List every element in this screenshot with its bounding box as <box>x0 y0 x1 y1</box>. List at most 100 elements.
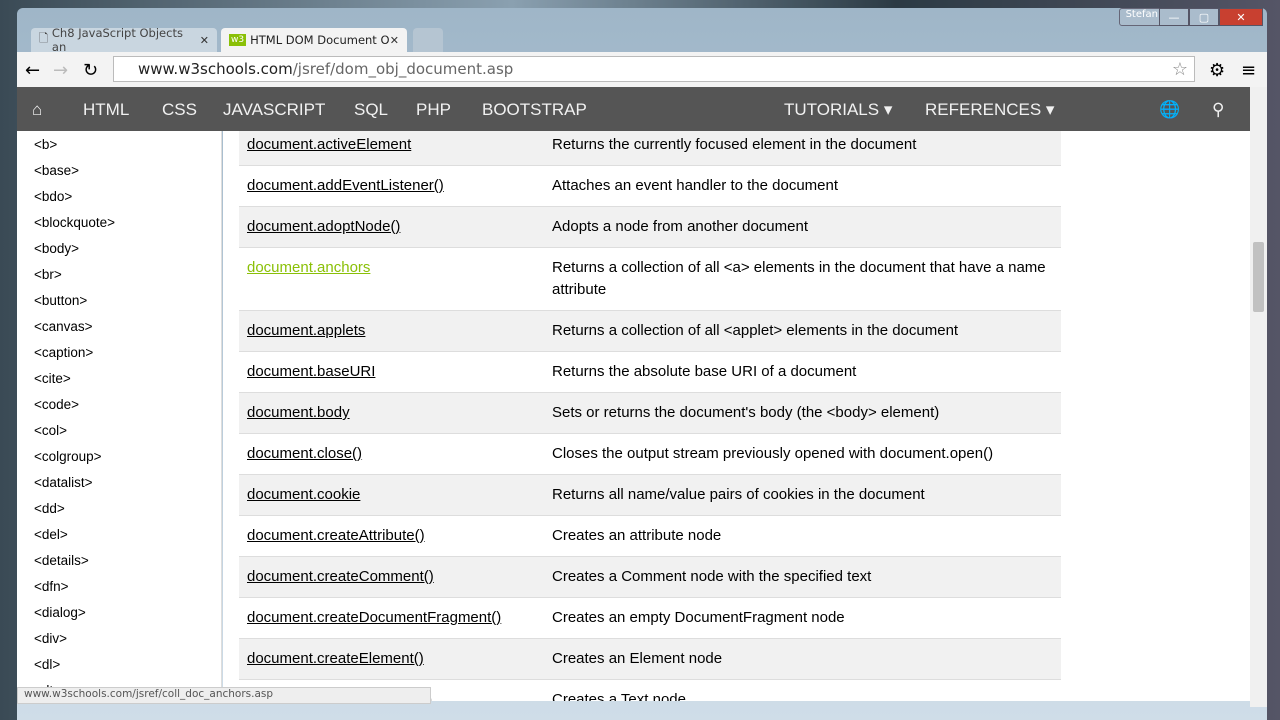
scrollbar[interactable] <box>1250 87 1267 707</box>
property-link[interactable]: document.adoptNode() <box>247 218 400 235</box>
sidebar-item[interactable]: <dl> <box>34 657 60 672</box>
nav-bootstrap[interactable]: BOOTSTRAP <box>482 100 587 120</box>
tab-label: Ch8 JavaScript Objects an <box>51 26 183 54</box>
maximize-button[interactable]: ▢ <box>1189 8 1219 26</box>
table-row: document.anchors Returns a collection of … <box>239 247 1061 311</box>
sidebar-item[interactable]: <caption> <box>34 345 93 360</box>
table-row: document.createAttribute() Creates an att… <box>239 515 1061 557</box>
table-row: document.applets Returns a collection of … <box>239 310 1061 352</box>
description-cell: Creates an attribute node <box>544 515 1061 557</box>
new-tab-button[interactable] <box>413 28 443 52</box>
nav-javascript[interactable]: JAVASCRIPT <box>223 100 325 120</box>
table-row: document.close() Closes the output stream… <box>239 433 1061 475</box>
close-tab-icon[interactable]: ✕ <box>390 34 399 47</box>
sidebar-item[interactable]: <canvas> <box>34 319 93 334</box>
sidebar-item[interactable]: <dialog> <box>34 605 86 620</box>
nav-html[interactable]: HTML <box>83 100 129 120</box>
description-cell: Returns the absolute base URI of a docum… <box>544 351 1061 393</box>
scrollbar-thumb[interactable] <box>1253 242 1264 312</box>
table-row: document.createElement() Creates an Eleme… <box>239 638 1061 680</box>
globe-icon[interactable]: 🌐 <box>1159 100 1180 120</box>
table-row: document.activeElement Returns the curren… <box>239 131 1061 166</box>
description-cell: Sets or returns the document's body (the… <box>544 392 1061 434</box>
property-link[interactable]: document.applets <box>247 322 365 339</box>
sidebar-item[interactable]: <bdo> <box>34 189 72 204</box>
description-cell: Creates an Element node <box>544 638 1061 680</box>
tab-ch8[interactable]: 🗋 Ch8 JavaScript Objects an ✕ <box>31 26 217 54</box>
sidebar-item[interactable]: <dfn> <box>34 579 69 594</box>
description-cell: Closes the output stream previously open… <box>544 433 1061 475</box>
property-link[interactable]: document.createComment() <box>247 568 434 585</box>
table-row: document.addEventListener() Attaches an e… <box>239 165 1061 207</box>
nav-references[interactable]: REFERENCES ▾ <box>925 100 1054 120</box>
reload-icon[interactable]: ↻ <box>83 60 98 81</box>
search-icon[interactable]: ⚲ <box>1212 100 1224 120</box>
description-cell: Returns a collection of all <a> elements… <box>544 247 1061 311</box>
close-tab-icon[interactable]: ✕ <box>200 34 209 47</box>
property-link[interactable]: document.addEventListener() <box>247 177 444 194</box>
properties-table: document.activeElement Returns the curren… <box>239 131 1061 701</box>
sidebar-item[interactable]: <details> <box>34 553 89 568</box>
sidebar-item[interactable]: <body> <box>34 241 79 256</box>
w3-favicon: w3 <box>229 34 247 46</box>
property-link[interactable]: document.cookie <box>247 486 360 503</box>
nav-sql[interactable]: SQL <box>354 100 388 120</box>
property-link[interactable]: document.anchors <box>247 259 370 276</box>
sidebar-item[interactable]: <col> <box>34 423 67 438</box>
table-row: document.cookie Returns all name/value pa… <box>239 474 1061 516</box>
sidebar-item[interactable]: <code> <box>34 397 79 412</box>
tab-dom-document[interactable]: w3 HTML DOM Document O ✕ <box>221 28 407 52</box>
sidebar-item[interactable]: <div> <box>34 631 67 646</box>
property-link[interactable]: document.createElement() <box>247 650 424 667</box>
nav-css[interactable]: CSS <box>162 100 197 120</box>
property-link[interactable]: document.baseURI <box>247 363 375 380</box>
settings-gear-icon[interactable]: ⚙ <box>1209 60 1225 81</box>
property-cell: document.cookie <box>239 474 544 516</box>
property-cell: document.createAttribute() <box>239 515 544 557</box>
property-cell: document.anchors <box>239 247 544 311</box>
nav-tutorials[interactable]: TUTORIALS ▾ <box>784 100 892 120</box>
table-row: document.createDocumentFragment() Creates… <box>239 597 1061 639</box>
property-cell: document.baseURI <box>239 351 544 393</box>
url-domain: www.w3schools.com <box>138 60 293 78</box>
site-nav: ⌂ HTML CSS JAVASCRIPT SQL PHP BOOTSTRAP … <box>17 87 1250 131</box>
address-bar[interactable]: www.w3schools.com/jsref/dom_obj_document… <box>113 56 1195 82</box>
property-cell: document.addEventListener() <box>239 165 544 207</box>
browser-window: Stefan — ▢ ✕ 🗋 Ch8 JavaScript Objects an… <box>17 8 1267 720</box>
property-cell: document.close() <box>239 433 544 475</box>
property-link[interactable]: document.createAttribute() <box>247 527 425 544</box>
sidebar-item[interactable]: <cite> <box>34 371 71 386</box>
table-row: document.baseURI Returns the absolute bas… <box>239 351 1061 393</box>
nav-php[interactable]: PHP <box>416 100 451 120</box>
sidebar-item[interactable]: <del> <box>34 527 68 542</box>
property-link[interactable]: document.createDocumentFragment() <box>247 609 501 626</box>
main-content: document.activeElement Returns the curren… <box>223 131 1250 701</box>
sidebar-item[interactable]: <datalist> <box>34 475 93 490</box>
back-icon[interactable]: ← <box>25 60 40 81</box>
sidebar-item[interactable]: <colgroup> <box>34 449 102 464</box>
table-row: document.createComment() Creates a Commen… <box>239 556 1061 598</box>
property-cell: document.createComment() <box>239 556 544 598</box>
sidebar-item[interactable]: <br> <box>34 267 62 282</box>
description-cell: Returns the currently focused element in… <box>544 131 1061 166</box>
sidebar-item[interactable]: <button> <box>34 293 87 308</box>
sidebar-item[interactable]: <dd> <box>34 501 65 516</box>
status-bar-url: www.w3schools.com/jsref/coll_doc_anchors… <box>17 687 431 704</box>
bookmark-star-icon[interactable]: ☆ <box>1172 59 1188 80</box>
forward-icon[interactable]: → <box>53 60 68 81</box>
sidebar-item[interactable]: <blockquote> <box>34 215 115 230</box>
menu-icon[interactable]: ≡ <box>1241 60 1256 81</box>
property-cell: document.applets <box>239 310 544 352</box>
description-cell: Creates a Comment node with the specifie… <box>544 556 1061 598</box>
sidebar-item[interactable]: <b> <box>34 137 57 152</box>
property-link[interactable]: document.close() <box>247 445 362 462</box>
property-cell: document.body <box>239 392 544 434</box>
close-window-button[interactable]: ✕ <box>1219 8 1263 26</box>
sidebar-item[interactable]: <base> <box>34 163 79 178</box>
property-link[interactable]: document.body <box>247 404 350 421</box>
minimize-button[interactable]: — <box>1159 8 1189 26</box>
tab-label: HTML DOM Document O <box>250 33 390 47</box>
property-link[interactable]: document.activeElement <box>247 136 411 153</box>
home-icon[interactable]: ⌂ <box>32 100 42 120</box>
url-path: /jsref/dom_obj_document.asp <box>292 60 514 78</box>
